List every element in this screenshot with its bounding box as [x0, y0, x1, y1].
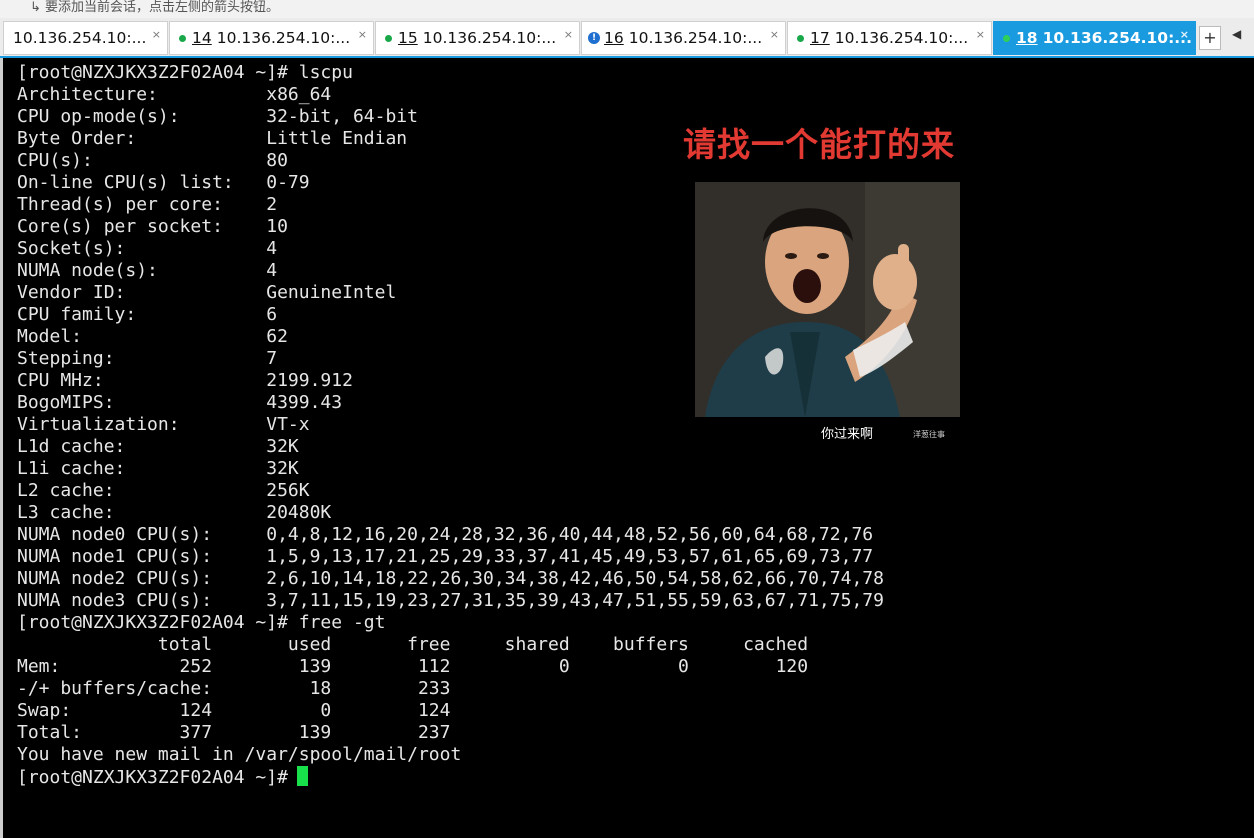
- tab-number: 15: [398, 29, 418, 47]
- tab-number: 18: [1016, 29, 1038, 47]
- tab-number: 17: [810, 29, 830, 47]
- terminal-line: total used free shared buffers cached: [17, 634, 809, 655]
- tab-label: 10.136.254.10:...: [422, 29, 557, 47]
- tab-close-icon[interactable]: ×: [976, 28, 985, 41]
- terminal-line: Swap: 124 0 124: [17, 700, 451, 721]
- session-tab-15[interactable]: 15 10.136.254.10:... ×: [375, 21, 580, 55]
- meme-image: [695, 182, 960, 417]
- tab-label: 10.136.254.10:...: [1042, 29, 1192, 47]
- connected-status-icon: [1003, 34, 1010, 42]
- tab-close-icon[interactable]: ×: [564, 28, 573, 41]
- tab-strip: 10.136.254.10:... × 14 10.136.254.10:...…: [0, 18, 1254, 58]
- tab-label: 10.136.254.10:...: [216, 29, 351, 47]
- terminal-line: You have new mail in /var/spool/mail/roo…: [17, 744, 462, 765]
- tab-close-icon[interactable]: ×: [770, 28, 779, 41]
- terminal-line: [root@NZXJKX3Z2F02A04 ~]# lscpu: [17, 62, 353, 83]
- tab-label: 10.136.254.10:...: [834, 29, 969, 47]
- session-hint-text: ↳ 要添加当前会话，点击左侧的箭头按钮。: [30, 0, 280, 15]
- terminal-line: L1d cache: 32K: [17, 436, 299, 457]
- terminal-line: Total: 377 139 237: [17, 722, 451, 743]
- meme-caption: 请找一个能打的来: [683, 125, 955, 164]
- session-tab-17[interactable]: 17 10.136.254.10:... ×: [787, 21, 992, 55]
- meme-subtitle: 你过来啊: [821, 427, 874, 442]
- terminal-line: Virtualization: VT-x: [17, 414, 310, 435]
- terminal-line: NUMA node0 CPU(s): 0,4,8,12,16,20,24,28,…: [17, 524, 874, 545]
- tab-number: 16: [604, 29, 624, 47]
- terminal-line: [root@NZXJKX3Z2F02A04 ~]# free -gt: [17, 612, 386, 633]
- tab-close-icon[interactable]: ×: [1180, 28, 1189, 41]
- terminal-line: Mem: 252 139 112 0 0 120: [17, 656, 809, 677]
- tab-label: 10.136.254.10:...: [628, 29, 763, 47]
- terminal-prompt: [root@NZXJKX3Z2F02A04 ~]#: [17, 767, 299, 788]
- connected-status-icon: [179, 34, 186, 42]
- session-tab-18[interactable]: 18 10.136.254.10:... ×: [993, 21, 1196, 55]
- session-tab-14[interactable]: 14 10.136.254.10:... ×: [169, 21, 374, 55]
- terminal-line: Architecture: x86_64: [17, 84, 332, 105]
- terminal-line: -/+ buffers/cache: 18 233: [17, 678, 451, 699]
- meme-watermark: 洋葱往事: [913, 430, 945, 439]
- terminal-line: L1i cache: 32K: [17, 458, 299, 479]
- terminal-line: L2 cache: 256K: [17, 480, 310, 501]
- tab-close-icon[interactable]: ×: [358, 28, 367, 41]
- tab-label: 10.136.254.10:...: [13, 29, 147, 47]
- active-tab-underline: [0, 56, 1254, 58]
- terminal-output[interactable]: [root@NZXJKX3Z2F02A04 ~]# lscpu Architec…: [17, 62, 884, 788]
- connected-status-icon: [797, 34, 804, 42]
- warning-status-icon: !: [588, 32, 600, 44]
- tab-scroll-left-icon[interactable]: ◀: [1232, 27, 1241, 41]
- terminal-line: NUMA node2 CPU(s): 2,6,10,14,18,22,26,30…: [17, 568, 884, 589]
- session-hint-bar: ↳ 要添加当前会话，点击左侧的箭头按钮。: [0, 0, 1254, 18]
- session-tab-16[interactable]: ! 16 10.136.254.10:... ×: [581, 21, 786, 55]
- terminal-cursor: [296, 766, 308, 786]
- session-tab[interactable]: 10.136.254.10:... ×: [3, 21, 168, 55]
- window-left-edge: [0, 58, 3, 838]
- tab-close-icon[interactable]: ×: [152, 28, 161, 41]
- terminal-line: NUMA node3 CPU(s): 3,7,11,15,19,23,27,31…: [17, 590, 884, 611]
- terminal-line: NUMA node1 CPU(s): 1,5,9,13,17,21,25,29,…: [17, 546, 874, 567]
- tab-number: 14: [192, 29, 212, 47]
- terminal-prompt-line[interactable]: [root@NZXJKX3Z2F02A04 ~]#: [17, 766, 884, 788]
- new-tab-button[interactable]: +: [1199, 26, 1221, 50]
- meme-figure-illustration: [695, 182, 960, 417]
- terminal-line: L3 cache: 20480K: [17, 502, 332, 523]
- connected-status-icon: [385, 34, 392, 42]
